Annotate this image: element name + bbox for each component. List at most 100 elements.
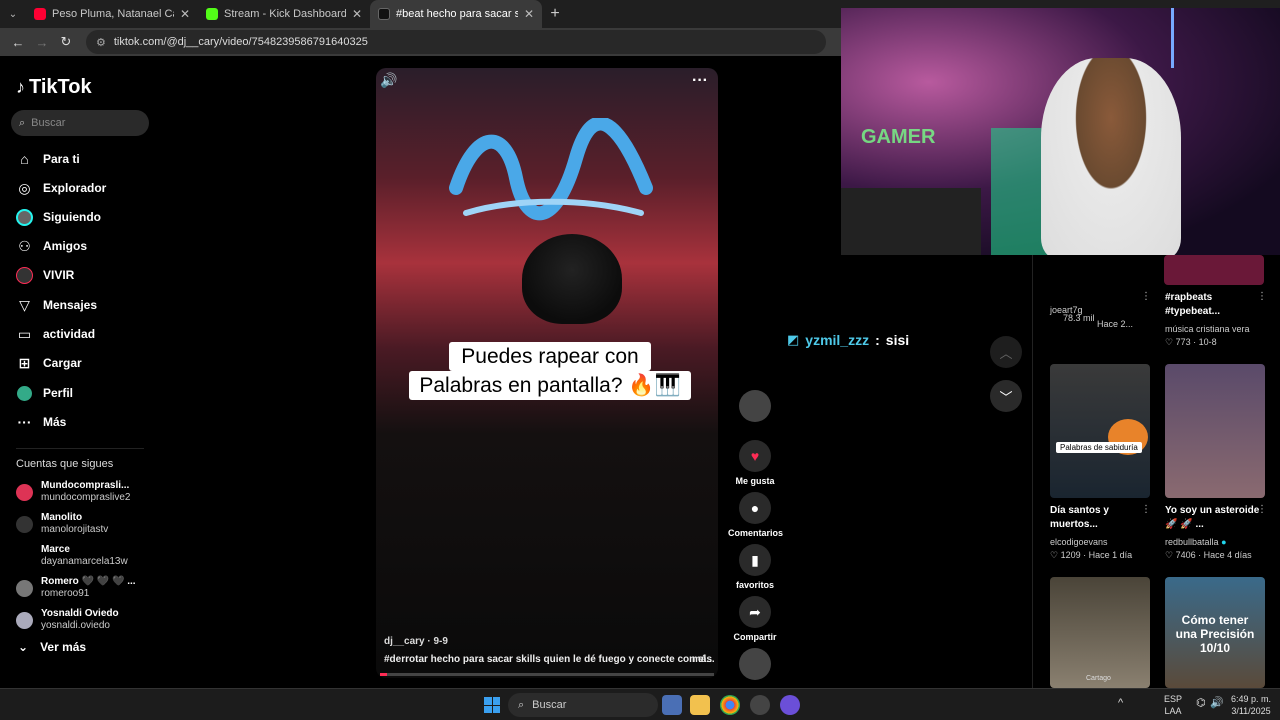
video-player[interactable]: 🔊 ··· Puedes rapear con Palabras en pant… [376, 68, 718, 678]
author-avatar-button[interactable] [728, 390, 782, 422]
close-tab-icon[interactable]: ✕ [352, 7, 362, 21]
nav-siguiendo[interactable]: Siguiendo [16, 206, 101, 228]
nav-label: Cargar [43, 356, 82, 370]
rec-menu-icon[interactable]: ⋮ [1141, 504, 1151, 515]
nav-actividad[interactable]: ▭ actividad [16, 323, 95, 345]
account-name: Yosnaldi Oviedo [41, 608, 119, 619]
account-handle: mundocompraslive2 [41, 492, 131, 503]
clock[interactable]: 6:49 p. m. 3/11/2025 [1226, 693, 1276, 717]
tab-title: Stream - Kick Dashboard [224, 8, 346, 20]
search-icon: ⌕ [19, 116, 26, 129]
browser-tab-tiktok[interactable]: #beat hecho para sacar skills q ✕ [370, 0, 542, 28]
tab-title: #beat hecho para sacar skills q [396, 8, 518, 20]
followed-account[interactable]: Romero 🖤 🖤 🖤 ... romeroo91 [16, 576, 136, 600]
followed-account[interactable]: Marce dayanamarcela13w [16, 544, 128, 568]
rec-menu-icon[interactable]: ⋮ [1257, 291, 1267, 302]
windows-start-icon[interactable] [484, 697, 500, 713]
file-explorer-icon[interactable] [690, 695, 710, 715]
progress-fill [380, 673, 387, 676]
nav-para-ti[interactable]: ⌂ Para ti [16, 148, 80, 170]
see-more-link[interactable]: ⌄ Ver más [18, 640, 86, 654]
favorites-button[interactable]: ▮ favoritos [728, 544, 782, 590]
browser-tab-kick[interactable]: Stream - Kick Dashboard ✕ [198, 0, 370, 28]
address-bar[interactable]: ⚙ tiktok.com/@dj__cary/video/75482395867… [86, 30, 826, 54]
account-name: Marce [41, 544, 70, 555]
share-icon: ➦ [739, 596, 771, 628]
stream-chat-message: ◩ yzmil_zzz : sisi [787, 332, 909, 348]
obs-icon[interactable] [750, 695, 770, 715]
taskbar-search-label: Buscar [532, 699, 567, 711]
avatar [16, 547, 33, 565]
rec-title[interactable]: Día santos y muertos... [1050, 504, 1140, 532]
rec-user[interactable]: redbullbatalla ● [1165, 537, 1227, 547]
avatar [16, 611, 33, 629]
account-handle: manolorojitastv [41, 524, 109, 535]
sound-disc-button[interactable] [728, 648, 782, 680]
search-input[interactable]: ⌕ Buscar [11, 110, 149, 136]
followed-account[interactable]: Mundocomprasli... mundocompraslive2 [16, 480, 131, 504]
previous-video-button[interactable]: ︿ [990, 336, 1022, 368]
new-tab-button[interactable]: + [542, 5, 568, 23]
rec-extra: 78.3 mil [1063, 313, 1095, 323]
store-icon[interactable] [662, 695, 682, 715]
browser-tab-youtube[interactable]: Peso Pluma, Natanael Cano - Pl ✕ [26, 0, 198, 28]
share-button[interactable]: ➦ Compartir [728, 596, 782, 642]
nav-vivir[interactable]: VIVIR [16, 264, 74, 286]
rec-user[interactable]: elcodigoevans [1050, 537, 1108, 547]
rec-menu-icon[interactable]: ⋮ [1141, 291, 1151, 302]
rec-thumbnail[interactable]: Cómo tener una Precisión 10/10 [1165, 577, 1265, 688]
video-description: #derrotar hecho para sacar skills quien … [384, 654, 715, 665]
rec-thumbnail[interactable] [1164, 255, 1264, 285]
reload-icon[interactable]: ↻ [54, 34, 78, 50]
next-video-button[interactable]: ﹀ [990, 380, 1022, 412]
volume-tray-icon[interactable]: 🔊 [1210, 697, 1224, 709]
rec-menu-icon[interactable]: ⋮ [1257, 504, 1267, 515]
nav-cargar[interactable]: ⊞ Cargar [16, 352, 82, 374]
rec-thumbnail[interactable] [1165, 364, 1265, 498]
rec-title[interactable]: Yo soy un asteroide 🚀 🚀 ... [1165, 504, 1265, 532]
chrome-icon[interactable] [720, 695, 740, 715]
close-tab-icon[interactable]: ✕ [524, 7, 534, 21]
upload-icon: ⊞ [18, 354, 31, 371]
forward-arrow-icon[interactable]: → [30, 35, 54, 50]
nav-label: Para ti [43, 152, 80, 166]
like-label: Me gusta [735, 476, 775, 486]
app-icon[interactable] [780, 695, 800, 715]
clock-time: 6:49 p. m. [1230, 694, 1272, 704]
close-tab-icon[interactable]: ✕ [180, 7, 190, 21]
chat-text: sisi [885, 332, 910, 348]
video-progress-bar[interactable] [380, 673, 714, 676]
video-options-icon[interactable]: ··· [692, 72, 708, 90]
verified-badge-icon: ● [1221, 537, 1227, 547]
video-author[interactable]: dj__cary · 9-9 [384, 636, 448, 647]
music-disc-icon [739, 648, 771, 680]
network-icon[interactable]: ⌬ [1196, 697, 1206, 709]
tiktok-logo[interactable]: ♪ TikTok [16, 76, 92, 99]
tab-search-chevron-icon[interactable]: ⌄ [0, 0, 26, 28]
tray-chevron-icon[interactable]: ^ [1118, 697, 1123, 709]
rec-user[interactable]: música cristiana vera [1165, 324, 1250, 334]
nav-label: Mensajes [43, 298, 98, 312]
rec-thumbnail[interactable]: Palabras de sabiduría [1050, 364, 1150, 498]
followed-account[interactable]: Yosnaldi Oviedo yosnaldi.oviedo [16, 608, 119, 632]
following-avatar-icon [16, 208, 33, 226]
more-button[interactable]: más [692, 654, 712, 665]
nav-amigos[interactable]: ⚇ Amigos [16, 235, 87, 257]
nav-perfil[interactable]: Perfil [16, 382, 73, 404]
language-indicator[interactable]: ESP LAA [1158, 693, 1188, 717]
thumb-label: Cartago [1086, 675, 1111, 682]
feed-nav: ︿ ﹀ [990, 336, 1022, 424]
nav-explorador[interactable]: ◎ Explorador [16, 177, 106, 199]
rec-thumbnail[interactable]: Cartago [1050, 577, 1150, 688]
followed-account[interactable]: Manolito manolorojitastv [16, 512, 108, 536]
site-info-icon[interactable]: ⚙ [96, 36, 106, 49]
rec-title[interactable]: #rapbeats #typebeat... [1165, 291, 1255, 319]
nav-mensajes[interactable]: ▽ Mensajes [16, 294, 97, 316]
back-arrow-icon[interactable]: ← [6, 35, 30, 50]
volume-icon[interactable]: 🔊 [380, 72, 397, 89]
graffiti-logo-image [449, 118, 653, 221]
nav-mas[interactable]: ··· Más [16, 411, 67, 433]
taskbar-search[interactable]: ⌕ Buscar [508, 693, 658, 717]
like-button[interactable]: ♥ Me gusta [728, 440, 782, 486]
comments-button[interactable]: ● Comentarios [728, 492, 783, 538]
